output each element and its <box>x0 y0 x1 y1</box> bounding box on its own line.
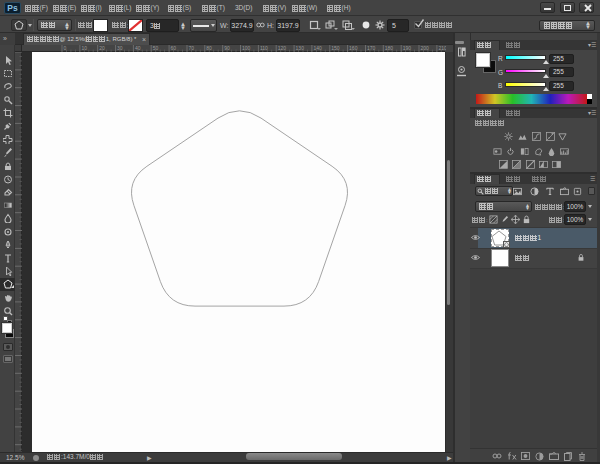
svg-text:0: 0 <box>64 45 67 51</box>
svg-text:210: 210 <box>438 45 446 51</box>
svg-text:110: 110 <box>260 45 268 51</box>
